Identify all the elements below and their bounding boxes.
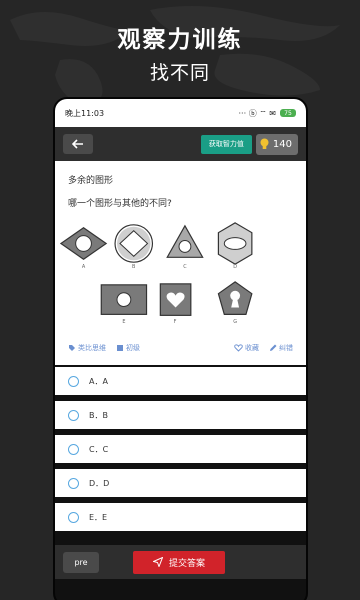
status-bar: 晚上11:03 ··· ⓑ ⌔ ✉ 75 — [55, 99, 306, 127]
radio-button[interactable] — [68, 409, 79, 421]
option-label: E．E — [89, 512, 108, 522]
report-error-label: 纠错 — [279, 344, 293, 352]
figure-g — [217, 281, 253, 315]
promo-title: 观察力训练 — [117, 27, 243, 53]
heart-icon — [234, 344, 243, 352]
score-badge: 140 — [255, 133, 298, 155]
option-label: A．A — [89, 376, 108, 386]
report-error-button[interactable]: 纠错 — [269, 343, 293, 353]
option-label: B．B — [89, 410, 108, 420]
question-category: 多余的图形 — [68, 176, 114, 186]
pencil-icon — [270, 344, 277, 351]
book-icon — [117, 345, 123, 351]
back-button[interactable] — [63, 134, 93, 154]
figure-b — [114, 224, 154, 263]
figure-label-c: C — [183, 264, 187, 270]
figure-label-f: F — [174, 319, 177, 325]
figure-f — [159, 283, 192, 316]
radio-button[interactable] — [68, 511, 79, 523]
option-e[interactable]: E．E — [55, 503, 306, 531]
radio-button[interactable] — [68, 477, 79, 489]
bottom-bar: pre 提交答案 — [55, 545, 306, 579]
radio-button[interactable] — [68, 375, 79, 387]
get-hint-button[interactable]: 获取智力值 — [200, 134, 252, 154]
figure-label-a: A — [82, 264, 86, 270]
favorite-label: 收藏 — [245, 344, 259, 352]
tag-icon — [69, 345, 75, 351]
tag-category[interactable]: 类比思维 — [68, 343, 106, 353]
option-a[interactable]: A．A — [55, 367, 306, 395]
option-d[interactable]: D．D — [55, 469, 306, 497]
submit-answer-button[interactable]: 提交答案 — [133, 550, 225, 574]
status-time: 晚上11:03 — [65, 108, 105, 118]
tag-category-label: 类比思维 — [78, 344, 106, 352]
option-label: C．C — [89, 444, 109, 454]
battery-icon: 75 — [280, 109, 296, 117]
question-text: 哪一个图形与其他的不同? — [68, 199, 172, 209]
arrow-left-icon — [72, 139, 83, 149]
promo-header: 观察力训练 找不同 — [0, 0, 360, 105]
world-map-background — [10, 6, 340, 105]
submit-answer-label: 提交答案 — [168, 558, 205, 569]
option-c[interactable]: C．C — [55, 435, 306, 463]
favorite-button[interactable]: 收藏 — [234, 343, 259, 353]
top-toolbar: 获取智力值 140 — [55, 127, 306, 161]
option-label: D．D — [89, 478, 110, 488]
figure-a — [59, 227, 108, 260]
figure-label-b: B — [132, 264, 136, 270]
radio-button[interactable] — [68, 443, 79, 455]
card-actions: 类比思维 初级 收藏 纠错 — [55, 339, 306, 357]
question-card: 多余的图形 哪一个图形与其他的不同? A B C D E F G 类比思维 初级… — [55, 161, 306, 365]
status-indicators: ··· ⓑ ⌔ ✉ — [238, 108, 276, 118]
figure-label-g: G — [233, 319, 237, 325]
bulb-icon — [260, 138, 269, 149]
answer-options: A．A B．B C．C D．D E．E — [55, 367, 306, 537]
status-icons: ··· ⓑ ⌔ ✉ 75 — [239, 108, 296, 119]
send-icon — [152, 557, 163, 567]
figure-d — [217, 222, 253, 265]
promo-subtitle: 找不同 — [149, 62, 210, 84]
figure-e — [100, 284, 148, 315]
tag-level[interactable]: 初级 — [116, 343, 140, 353]
question-figures: A B C D E F G — [59, 222, 253, 325]
previous-button[interactable]: pre — [63, 551, 99, 573]
phone-frame: 晚上11:03 ··· ⓑ ⌔ ✉ 75 获取智力值 140 多余的图形 哪一个… — [53, 97, 308, 600]
score-value: 140 — [272, 138, 292, 150]
figure-c — [166, 224, 204, 258]
figure-label-e: E — [122, 319, 125, 325]
option-b[interactable]: B．B — [55, 401, 306, 429]
figure-label-d: D — [233, 264, 237, 270]
tag-level-label: 初级 — [126, 344, 140, 352]
